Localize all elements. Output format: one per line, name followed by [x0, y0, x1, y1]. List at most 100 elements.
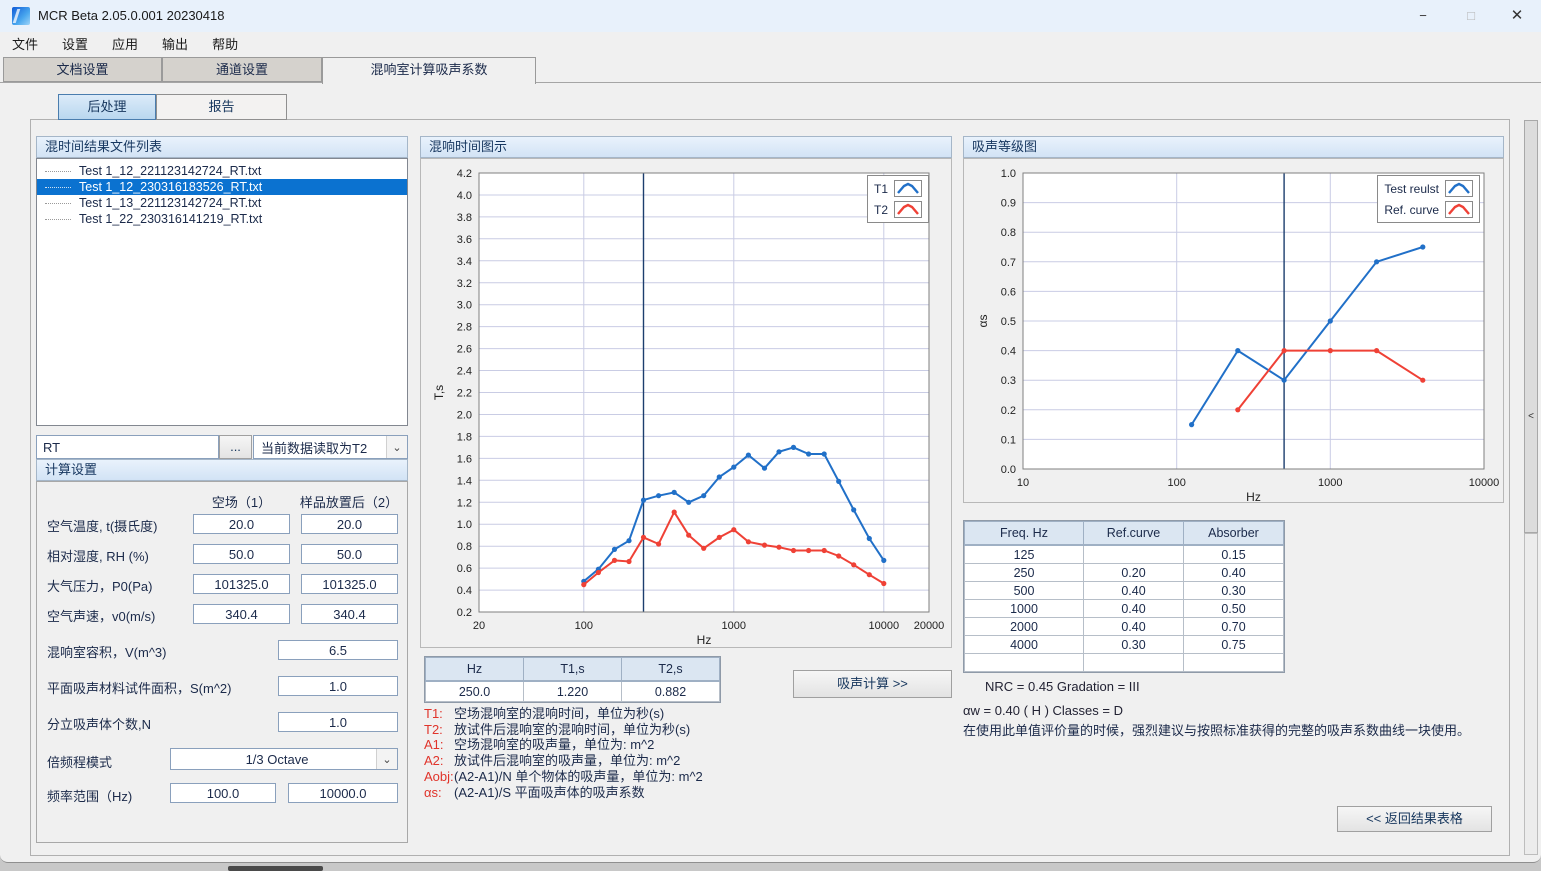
svg-text:0.6: 0.6 — [457, 563, 472, 575]
series-curve-icon — [1445, 180, 1473, 197]
svg-text:3.6: 3.6 — [457, 234, 472, 246]
legend-item: Ref. curve — [1384, 201, 1473, 218]
chevron-down-icon[interactable]: ⌄ — [386, 436, 407, 458]
tab-reverb-room-absorption[interactable]: 混响室计算吸声系数 — [322, 57, 536, 84]
svg-text:Hz: Hz — [1246, 490, 1261, 502]
collapse-left-icon[interactable]: < — [1525, 411, 1537, 422]
calc-field-empty-room[interactable] — [193, 544, 290, 564]
file-list-item[interactable]: Test 1_12_221123142724_RT.txt — [37, 163, 407, 179]
browse-button[interactable]: ... — [219, 435, 252, 459]
table-row: 40000.300.75 — [965, 636, 1284, 654]
usage-note: 在使用此单值评价量的时候，强烈建议与按照标准获得的完整的吸声系数曲线一块使用。 — [963, 720, 1470, 739]
calc-row-label: 大气压力，P0(Pa) — [47, 576, 152, 595]
rt-chart[interactable]: 0.20.40.60.81.01.21.41.61.82.02.22.42.62… — [420, 158, 952, 648]
calc-field-single[interactable] — [278, 676, 398, 696]
rating-chart[interactable]: 0.00.10.20.30.40.50.60.70.80.91.01010010… — [963, 158, 1504, 503]
maximize-button[interactable]: □ — [1448, 0, 1494, 32]
calc-field-single[interactable] — [278, 640, 398, 660]
rt-chart-legend: T1T2 — [867, 175, 929, 223]
svg-text:2.2: 2.2 — [457, 388, 472, 400]
background-taskbar-sliver — [228, 866, 323, 871]
svg-text:1.4: 1.4 — [457, 475, 472, 487]
menu-bar: 文件设置应用输出帮助 — [0, 32, 1541, 57]
calc-field-with-sample[interactable] — [301, 604, 398, 624]
tab-document-settings[interactable]: 文档设置 — [3, 57, 162, 82]
annotation-line: A2:放试件后混响室的吸声量，单位为: m^2 — [424, 753, 949, 769]
svg-text:1.8: 1.8 — [457, 431, 472, 443]
svg-text:3.8: 3.8 — [457, 212, 472, 224]
absorption-calc-button[interactable]: 吸声计算 >> — [793, 670, 952, 698]
svg-text:0.3: 0.3 — [1001, 375, 1016, 387]
tree-connector-icon — [45, 187, 71, 188]
back-to-results-button[interactable]: << 返回结果表格 — [1337, 806, 1492, 832]
annotation-line: αs:(A2-A1)/S 平面吸声体的吸声系数 — [424, 785, 949, 801]
calc-field-with-sample[interactable] — [301, 574, 398, 594]
rating-chart-header: 吸声等级图 — [963, 136, 1504, 158]
freq-range-label: 频率范围（Hz) — [47, 786, 132, 805]
calc-field-with-sample[interactable] — [301, 514, 398, 534]
calc-field-empty-room[interactable] — [193, 574, 290, 594]
series-curve-icon — [1445, 201, 1473, 218]
close-button[interactable]: ✕ — [1494, 0, 1540, 32]
svg-text:1.2: 1.2 — [457, 497, 472, 509]
series-curve-icon — [894, 201, 922, 218]
panel-collapse-handle[interactable]: < — [1524, 120, 1538, 533]
svg-text:2.0: 2.0 — [457, 410, 472, 422]
data-read-select[interactable]: 当前数据读取为T2 ⌄ — [253, 435, 408, 459]
subtab-postprocess[interactable]: 后处理 — [58, 94, 156, 120]
calc-field-empty-room[interactable] — [193, 604, 290, 624]
rt-chart-header: 混响时间图示 — [420, 136, 952, 158]
calc-field-single[interactable] — [278, 712, 398, 732]
file-list[interactable]: Test 1_12_221123142724_RT.txt Test 1_12_… — [36, 158, 408, 426]
annotation-line: T1:空场混响室的混响时间，单位为秒(s) — [424, 706, 949, 722]
svg-text:0.8: 0.8 — [1001, 227, 1016, 239]
table-row: 250.01.2200.882 — [426, 681, 720, 702]
tab-channel-settings[interactable]: 通道设置 — [162, 57, 322, 82]
calc-field-with-sample[interactable] — [301, 544, 398, 564]
calc-row-label: 平面吸声材料试件面积，S(m^2) — [47, 678, 232, 697]
menu-help[interactable]: 帮助 — [200, 32, 250, 57]
tree-connector-icon — [45, 203, 71, 204]
tree-connector-icon — [45, 219, 71, 220]
absorber-table: Freq. HzRef.curveAbsorber125 0.152500.20… — [963, 520, 1285, 673]
rt-name-input[interactable] — [36, 435, 219, 459]
legend-item: Test reulst — [1384, 180, 1473, 197]
table-header: T1,s — [524, 658, 622, 682]
annotation-block: T1:空场混响室的混响时间，单位为秒(s)T2:放试件后混响室的混响时间，单位为… — [424, 706, 949, 800]
svg-text:1000: 1000 — [1318, 477, 1342, 489]
svg-text:100: 100 — [575, 620, 593, 632]
svg-text:αs: αs — [976, 315, 990, 328]
file-list-item[interactable]: Test 1_22_230316141219_RT.txt — [37, 211, 407, 227]
file-list-item[interactable]: Test 1_13_221123142724_RT.txt — [37, 195, 407, 211]
calc-field-empty-room[interactable] — [193, 514, 290, 534]
svg-text:10000: 10000 — [1469, 477, 1500, 489]
freq-max-field[interactable] — [288, 783, 398, 803]
menu-apply[interactable]: 应用 — [100, 32, 150, 57]
menu-settings[interactable]: 设置 — [50, 32, 100, 57]
file-panel-header: 混时间结果文件列表 — [36, 136, 408, 158]
title-bar: MCR Beta 2.05.0.001 20230418 − □ ✕ — [0, 0, 1541, 32]
calc-row-label: 相对湿度, RH (%) — [47, 546, 149, 565]
menu-output[interactable]: 输出 — [150, 32, 200, 57]
window-title: MCR Beta 2.05.0.001 20230418 — [38, 8, 224, 23]
table-row: 20000.400.70 — [965, 618, 1284, 636]
app-window: MCR Beta 2.05.0.001 20230418 − □ ✕ 文件设置应… — [0, 0, 1541, 863]
freq-min-field[interactable] — [170, 783, 276, 803]
svg-text:4.2: 4.2 — [457, 168, 472, 180]
menu-file[interactable]: 文件 — [0, 32, 50, 57]
rt-chart-plot: 0.20.40.60.81.01.21.41.61.82.02.22.42.62… — [421, 159, 951, 647]
col-header-empty-room: 空场（1） — [193, 492, 290, 511]
right-edge-strip — [1524, 533, 1538, 855]
chevron-down-icon[interactable]: ⌄ — [376, 749, 397, 769]
subtab-report[interactable]: 报告 — [156, 94, 287, 120]
file-list-item[interactable]: Test 1_12_230316183526_RT.txt — [37, 179, 407, 195]
svg-text:20: 20 — [473, 620, 485, 632]
svg-text:1000: 1000 — [722, 620, 746, 632]
svg-text:10000: 10000 — [869, 620, 900, 632]
col-header-with-sample: 样品放置后（2） — [289, 492, 409, 511]
minimize-button[interactable]: − — [1400, 0, 1446, 32]
svg-text:0.4: 0.4 — [1001, 346, 1016, 358]
octave-mode-select[interactable]: 1/3 Octave ⌄ — [170, 748, 398, 770]
annotation-line: Aobj:(A2-A1)/N 单个物体的吸声量，单位为: m^2 — [424, 769, 949, 785]
svg-text:0.2: 0.2 — [457, 607, 472, 619]
